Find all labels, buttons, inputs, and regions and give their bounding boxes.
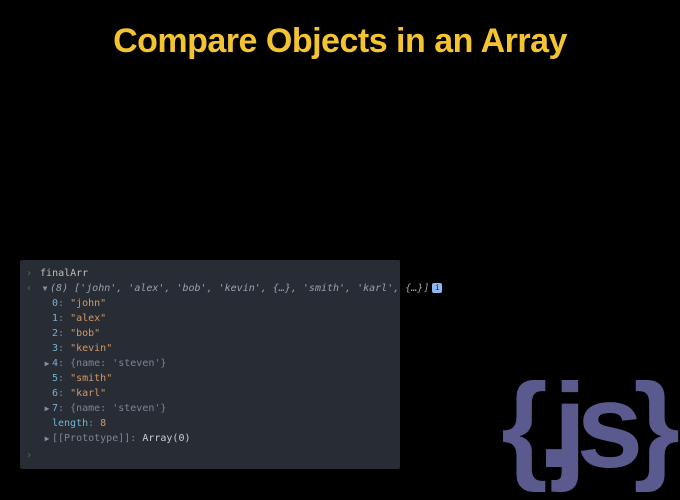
- entry-value: "kevin": [70, 343, 112, 354]
- prototype-row[interactable]: ▶[[Prototype]]: Array(0): [52, 431, 396, 446]
- array-entry: 2: "bob": [52, 326, 396, 341]
- length-value: 8: [100, 418, 106, 429]
- array-entry: 3: "kevin": [52, 341, 396, 356]
- console-output-summary[interactable]: ‹ ▼(8) ['john', 'alex', 'bob', 'kevin', …: [24, 281, 396, 296]
- array-length-badge: (8): [50, 283, 68, 294]
- entry-value: "bob": [70, 328, 100, 339]
- array-entry: 0: "john": [52, 296, 396, 311]
- array-entry: 6: "karl": [52, 386, 396, 401]
- length-row: length: 8: [52, 416, 396, 431]
- array-entry[interactable]: ▶7: {name: 'steven'}: [52, 401, 396, 416]
- array-entries: 0: "john"1: "alex"2: "bob"3: "kevin"▶4: …: [24, 296, 396, 446]
- array-preview: ['john', 'alex', 'bob', 'kevin', {…}, 's…: [74, 283, 429, 294]
- expand-right-icon[interactable]: ▶: [42, 403, 52, 415]
- output-caret-icon: ‹: [24, 281, 34, 296]
- entry-value: "alex": [70, 313, 106, 324]
- entry-value: {name: 'steven'}: [70, 358, 166, 369]
- entry-value: "smith": [70, 373, 112, 384]
- expand-right-icon[interactable]: ▶: [42, 358, 52, 370]
- prototype-value: Array(0): [142, 433, 190, 444]
- input-caret-icon: ›: [24, 266, 34, 281]
- console-prompt[interactable]: ›: [24, 446, 396, 463]
- expand-right-icon[interactable]: ▶: [42, 433, 52, 445]
- entry-value: "karl": [70, 388, 106, 399]
- page-title: Compare Objects in an Array: [0, 0, 680, 63]
- console-input-text: finalArr: [40, 268, 88, 279]
- js-logo: {.js}: [501, 357, 670, 495]
- array-entry: 5: "smith": [52, 371, 396, 386]
- console-input-row: › finalArr: [24, 266, 396, 281]
- entry-value: "john": [70, 298, 106, 309]
- devtools-console[interactable]: › finalArr ‹ ▼(8) ['john', 'alex', 'bob'…: [20, 260, 400, 469]
- info-badge-icon[interactable]: i: [432, 283, 442, 293]
- prototype-key: [[Prototype]]: [52, 433, 130, 444]
- entry-value: {name: 'steven'}: [70, 403, 166, 414]
- array-entry[interactable]: ▶4: {name: 'steven'}: [52, 356, 396, 371]
- expand-down-icon[interactable]: ▼: [40, 283, 50, 295]
- array-entry: 1: "alex": [52, 311, 396, 326]
- length-key: length: [52, 418, 88, 429]
